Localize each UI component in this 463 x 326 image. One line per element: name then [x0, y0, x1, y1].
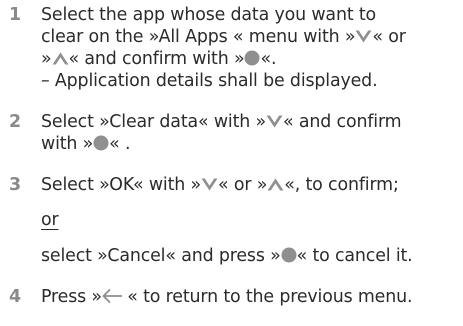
chevron-up-icon [267, 178, 284, 191]
step-2-line-1-text-a: Select »Clear data« with » [41, 112, 267, 132]
step-1-line-4: – Application details shall be displayed… [41, 71, 378, 91]
step-1-line-3: » « and confirm with » «. [41, 48, 276, 70]
step-4-line-1: Press » « to return to the previous menu… [41, 286, 412, 308]
step-3-line-3-text-a: select »Cancel« and press » [41, 246, 281, 266]
step-number-2: 2 [9, 112, 21, 132]
step-2-line-1: Select »Clear data« with » « and confirm [41, 111, 402, 133]
chevron-down-icon [201, 178, 218, 191]
step-4-line-1-text-a: Press » [41, 287, 102, 307]
step-1-line-1: Select the app whose data you want to [41, 5, 377, 25]
step-2-line-2-text-b: « . [109, 134, 131, 154]
step-number-4: 4 [9, 287, 21, 307]
ok-circle-icon [281, 247, 297, 263]
step-2-line-1-text-b: « and confirm [283, 112, 402, 132]
step-3-line-1: Select »OK« with » « or » «, to confirm; [41, 174, 399, 196]
step-3-or: or [41, 210, 59, 230]
step-1-line-2-text-b: « or [372, 27, 406, 47]
step-3-line-3-text-b: « to cancel it. [296, 246, 413, 266]
step-3-line-1-text-c: «, to confirm; [284, 175, 399, 195]
back-arrow-icon [102, 289, 122, 303]
step-3-line-1-text-b: « or » [218, 175, 268, 195]
chevron-down-icon [355, 30, 372, 43]
step-1-line-2-text-a: clear on the »All Apps « menu with » [41, 27, 356, 47]
step-1-line-3-text-c: «. [260, 49, 277, 69]
step-3-line-1-text-a: Select »OK« with » [41, 175, 202, 195]
ok-circle-icon [93, 135, 109, 151]
step-4-line-1-text-b: « to return to the previous menu. [121, 287, 413, 307]
step-2-line-2: with » « . [41, 133, 131, 155]
step-3-line-3: select »Cancel« and press » « to cancel i… [41, 245, 413, 267]
chevron-down-icon [266, 115, 283, 128]
step-1-line-3-text-a: » [41, 49, 52, 69]
step-number-1: 1 [9, 5, 21, 25]
step-1-line-3-text-b: « and confirm with » [68, 49, 245, 69]
step-2-line-2-text-a: with » [41, 134, 94, 154]
chevron-up-icon [52, 52, 69, 65]
step-1-line-2: clear on the »All Apps « menu with » « or [41, 26, 406, 48]
step-number-3: 3 [9, 175, 21, 195]
ok-circle-icon [244, 50, 260, 66]
